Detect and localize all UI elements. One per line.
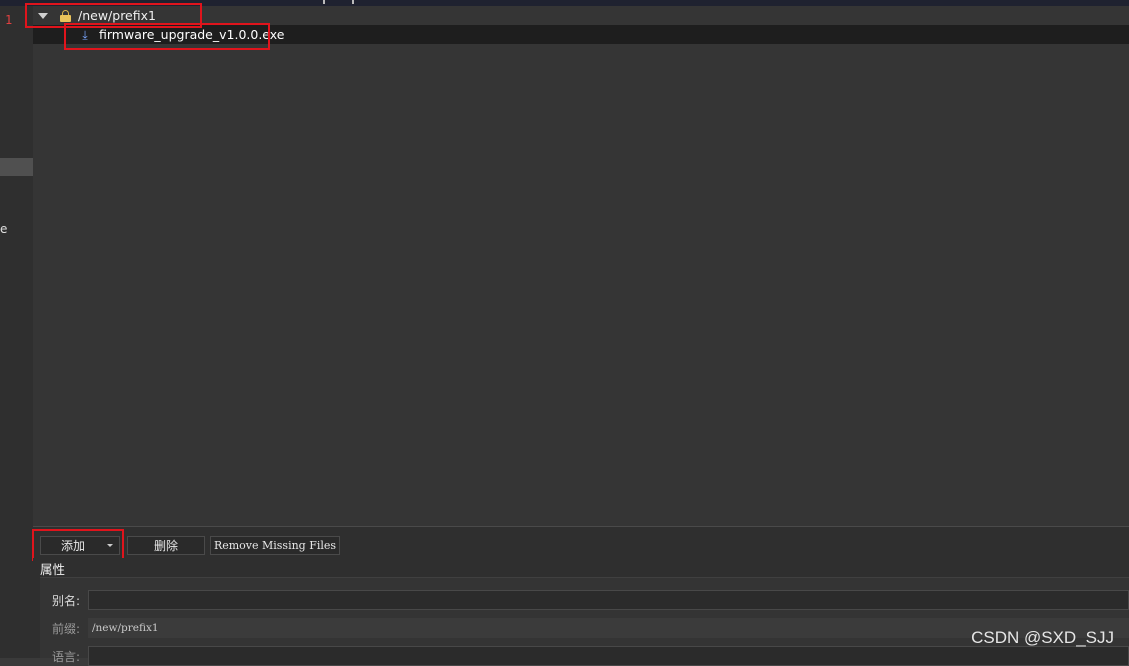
delete-button[interactable]: 删除 [127,536,205,555]
left-panel-truncated-text: e [0,222,8,236]
remove-missing-files-label: Remove Missing Files [213,539,337,552]
left-panel-selected-row[interactable] [0,158,33,176]
delete-button-label: 删除 [153,539,178,553]
annotation-number: 1 [5,13,13,27]
prefix-label: 前缀: [52,622,81,636]
highlight-box-file [64,23,270,50]
resource-toolbar: 添加 删除 Remove Missing Files [33,526,1129,559]
properties-panel: 属性 别名: 前缀: /new/prefix1 语言: [33,558,1129,666]
watermark: CSDN @SXD_SJJ [971,628,1114,647]
properties-form: 别名: 前缀: /new/prefix1 语言: [40,578,1129,666]
alias-field[interactable] [88,590,1129,610]
highlight-box-add [32,529,124,561]
language-field[interactable] [88,646,1129,666]
alias-label: 别名: [52,594,81,608]
properties-title: 属性 [40,562,66,577]
left-panel: e [0,6,33,658]
remove-missing-files-button[interactable]: Remove Missing Files [210,536,340,555]
language-label: 语言: [52,650,81,664]
toolbar-separator [352,0,354,4]
resource-tree[interactable]: /new/prefix1 ⤓ firmware_upgrade_v1.0.0.e… [33,6,1129,526]
toolbar-separator [323,0,325,4]
